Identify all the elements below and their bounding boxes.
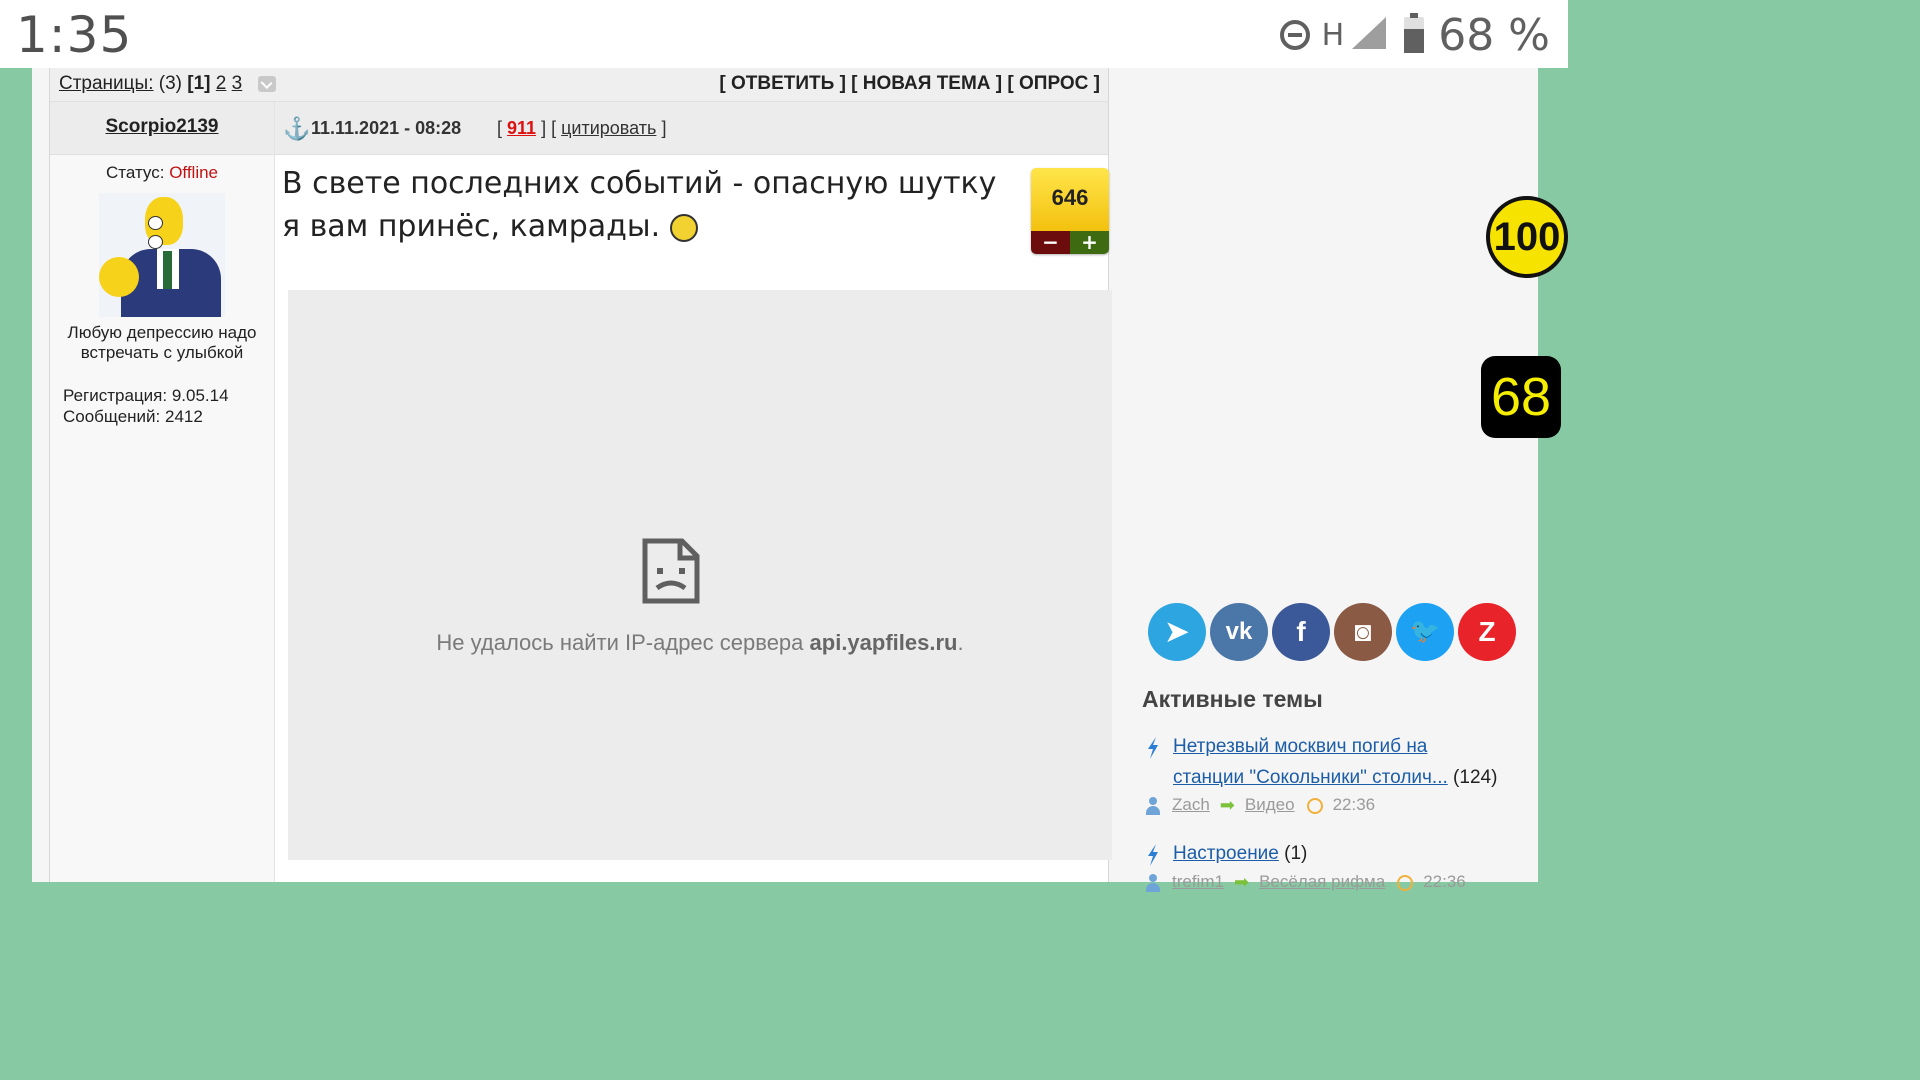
smiley-icon <box>669 213 698 242</box>
topic-time: 22:36 <box>1423 872 1466 891</box>
post-number-link[interactable]: 911 <box>507 118 536 138</box>
topic-meta: trefim1 ➡ Весёлая рифма 22:36 <box>1146 872 1466 893</box>
current-page: [1] <box>187 73 211 94</box>
network-type: H <box>1321 17 1345 53</box>
badge-68[interactable]: 68 <box>1481 356 1561 438</box>
error-host: api.yapfiles.ru <box>809 630 958 655</box>
author-name-row: Scorpio2139 <box>50 102 274 155</box>
user-icon <box>1146 796 1160 815</box>
social-links: ➤ vk f ◙ 🐦 Z <box>1148 603 1516 661</box>
status-value: Offline <box>169 163 219 182</box>
rating-buttons: − + <box>1031 231 1109 254</box>
bracket-close: ] <box>661 118 667 138</box>
quote-link[interactable]: цитировать <box>561 118 656 138</box>
rating-value: 646 <box>1031 168 1109 231</box>
topic-user-link[interactable]: Zach <box>1172 795 1210 814</box>
battery-icon <box>1404 13 1425 53</box>
arrow-right-icon: ➡ <box>1219 795 1235 816</box>
do-not-disturb-icon <box>1279 20 1310 50</box>
active-topics-title: Активные темы <box>1142 686 1323 712</box>
clock-icon <box>1397 874 1414 891</box>
author-info: Регистрация: 9.05.14 Сообщений: 2412 <box>50 385 274 427</box>
instagram-icon[interactable]: ◙ <box>1334 603 1392 661</box>
post-rating: 646 − + <box>1031 168 1109 254</box>
avatar-eyes <box>148 215 180 249</box>
post-text-content: В свете последних событий - опасную шутк… <box>282 166 997 244</box>
clock-icon <box>1306 797 1323 814</box>
post-links: [ 911 ] [ цитировать ] <box>497 118 666 139</box>
topic-meta: Zach ➡ Видео 22:36 <box>1146 795 1375 816</box>
broken-page-icon <box>642 538 700 604</box>
message-count: Сообщений: 2412 <box>63 407 203 426</box>
facebook-icon[interactable]: f <box>1272 603 1330 661</box>
pagination: Страницы: (3) [1] 2 3 <box>59 73 276 95</box>
thread-actions[interactable]: [ ОТВЕТИТЬ ] [ НОВАЯ ТЕМА ] [ ОПРОС ] <box>719 73 1100 95</box>
post-text: В свете последних событий - опасную шутк… <box>282 162 1002 248</box>
twitter-icon[interactable]: 🐦 <box>1396 603 1454 661</box>
topic-title: Нетрезвый москвич погиб на станции "Сокол… <box>1173 731 1513 793</box>
error-suffix: . <box>957 630 964 655</box>
author-panel: Scorpio2139 Статус: Offline Любую депрес… <box>50 102 275 882</box>
page-2-link[interactable]: 2 <box>216 73 227 94</box>
registration-date: Регистрация: 9.05.14 <box>63 386 229 405</box>
thread-toolbar: Страницы: (3) [1] 2 3 [ ОТВЕТИТЬ ] [ НОВ… <box>50 68 1108 102</box>
vk-icon[interactable]: vk <box>1210 603 1268 661</box>
pages-count: (3) <box>158 73 182 94</box>
yapfiles-icon[interactable]: Z <box>1458 603 1516 661</box>
page-3-link[interactable]: 3 <box>232 73 243 94</box>
clock: 1:35 <box>16 6 133 64</box>
post-header: ⚓ 11.11.2021 - 08:28 [ 911 ] [ цитироват… <box>275 102 1108 155</box>
pages-label[interactable]: Страницы: <box>59 73 153 94</box>
topic-arrow-icon <box>1148 737 1158 759</box>
topic-arrow-icon <box>1148 844 1158 866</box>
telegram-icon[interactable]: ➤ <box>1148 603 1206 661</box>
avatar-tie <box>163 251 172 289</box>
author-name-link[interactable]: Scorpio2139 <box>106 116 219 138</box>
subscribe-icon[interactable] <box>257 75 276 92</box>
status-icons: H 68 % <box>1279 9 1550 61</box>
status-label: Статус: <box>105 163 165 182</box>
bracket-open: [ <box>497 118 503 138</box>
topic-section-link[interactable]: Видео <box>1245 795 1295 814</box>
error-text: Не удалось найти IP-адрес сервера <box>436 630 804 655</box>
topic-time: 22:36 <box>1332 795 1376 814</box>
topic-count: (124) <box>1453 767 1498 788</box>
topic-section-link[interactable]: Весёлая рифма <box>1259 872 1385 891</box>
user-icon <box>1146 873 1160 892</box>
topic-link[interactable]: Нетрезвый москвич погиб на станции "Сокол… <box>1173 736 1448 788</box>
badge-100[interactable]: 100 <box>1486 196 1568 278</box>
author-signature: Любую депрессию надо встречать с улыбкой <box>67 323 257 362</box>
rating-minus-button[interactable]: − <box>1031 231 1070 254</box>
topic-title: Настроение (1) <box>1173 838 1513 869</box>
bracket-mid: ] [ <box>541 118 557 138</box>
video-embed: Не удалось найти IP-адрес сервера api.ya… <box>288 290 1112 860</box>
post-date: 11.11.2021 - 08:28 <box>311 118 462 138</box>
avatar-fist <box>99 257 139 297</box>
arrow-right-icon: ➡ <box>1233 872 1250 893</box>
anchor-icon[interactable]: ⚓ <box>283 116 310 142</box>
topic-count: (1) <box>1284 843 1308 864</box>
signal-icon <box>1352 17 1387 49</box>
topic-link[interactable]: Настроение <box>1173 843 1279 864</box>
topic-user-link[interactable]: trefim1 <box>1172 872 1224 891</box>
embed-error-message: Не удалось найти IP-адрес сервера api.ya… <box>288 630 1112 656</box>
avatar <box>99 193 225 317</box>
author-status: Статус: Offline <box>50 163 274 183</box>
battery-percent: 68 % <box>1438 9 1550 61</box>
forum-thread: Страницы: (3) [1] 2 3 [ ОТВЕТИТЬ ] [ НОВ… <box>49 68 1112 882</box>
rating-plus-button[interactable]: + <box>1070 231 1109 254</box>
system-status-bar: 1:35 H 68 % <box>0 0 1568 68</box>
